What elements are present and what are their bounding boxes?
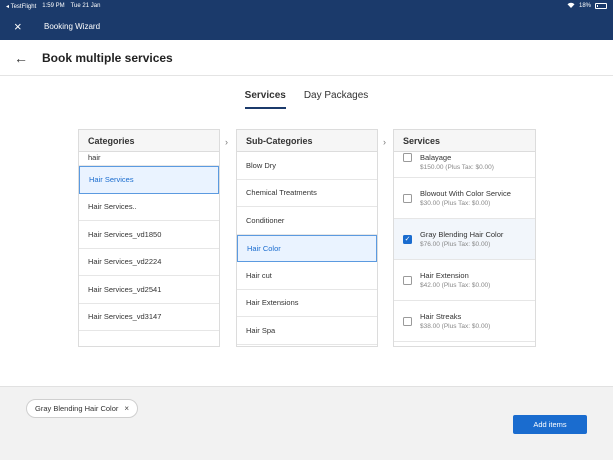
services-panel: Services Balayage $150.00 (Plus Tax: $0.… bbox=[393, 129, 536, 347]
subcategory-item[interactable]: Hair cut bbox=[237, 262, 377, 290]
service-name: Gray Blending Hair Color bbox=[420, 230, 504, 239]
tab-bar: Services Day Packages bbox=[0, 90, 613, 109]
categories-panel: Categories hair Hair Services Hair Servi… bbox=[78, 129, 220, 347]
subcategory-item[interactable]: Blow Dry bbox=[237, 152, 377, 180]
service-price: $30.00 (Plus Tax: $0.00) bbox=[420, 200, 491, 207]
service-item[interactable]: Blowout With Color Service $30.00 (Plus … bbox=[394, 178, 535, 219]
close-icon[interactable]: × bbox=[14, 20, 28, 33]
service-price: $42.00 (Plus Tax: $0.00) bbox=[420, 282, 491, 289]
category-item-hair[interactable]: hair bbox=[79, 152, 219, 166]
subcategory-item-hair-color[interactable]: Hair Color bbox=[237, 234, 377, 262]
service-checkbox[interactable] bbox=[403, 316, 412, 326]
service-checkbox[interactable] bbox=[403, 275, 412, 285]
service-name: Balayage bbox=[420, 153, 452, 162]
battery-icon bbox=[595, 3, 607, 9]
service-item[interactable]: Hair Streaks $38.00 (Plus Tax: $0.00) bbox=[394, 301, 535, 342]
service-checkbox[interactable] bbox=[403, 153, 412, 162]
service-item-balayage[interactable]: Balayage $150.00 (Plus Tax: $0.00) bbox=[394, 152, 535, 178]
subcategory-item[interactable]: Chemical Treatments bbox=[237, 180, 377, 207]
tab-day-packages[interactable]: Day Packages bbox=[304, 90, 368, 109]
category-item[interactable]: Hair Services_vd1850 bbox=[79, 221, 219, 249]
remove-chip-icon[interactable]: × bbox=[124, 404, 129, 413]
service-item-selected[interactable]: ✓ Gray Blending Hair Color $76.00 (Plus … bbox=[394, 219, 535, 260]
tab-services[interactable]: Services bbox=[244, 90, 286, 109]
service-name: Blowout With Color Service bbox=[420, 189, 511, 198]
subcategories-header: Sub-Categories bbox=[237, 130, 377, 152]
nav-bar: × Booking Wizard bbox=[0, 12, 613, 40]
service-price: $76.00 (Plus Tax: $0.00) bbox=[420, 241, 491, 248]
subcategory-item[interactable]: Conditioner bbox=[237, 207, 377, 235]
selected-service-chip: Gray Blending Hair Color × bbox=[26, 399, 139, 418]
chevron-right-icon: › bbox=[225, 137, 228, 147]
service-price: $38.00 (Plus Tax: $0.00) bbox=[420, 323, 491, 330]
service-item[interactable]: Hair Extension $42.00 (Plus Tax: $0.00) bbox=[394, 260, 535, 301]
status-time: 1:59 PM bbox=[42, 3, 65, 9]
service-name: Hair Extension bbox=[420, 271, 469, 280]
services-header: Services bbox=[394, 130, 535, 152]
carrier-label: ◂ TestFlight bbox=[6, 3, 37, 10]
category-item[interactable]: Hair Services_vd2541 bbox=[79, 276, 219, 304]
category-item-hair-services[interactable]: Hair Services bbox=[79, 166, 219, 194]
service-name: Hair Streaks bbox=[420, 312, 462, 321]
back-arrow-icon[interactable]: ← bbox=[14, 50, 30, 66]
categories-header: Categories bbox=[79, 130, 219, 152]
wifi-icon bbox=[567, 2, 575, 10]
nav-title: Booking Wizard bbox=[44, 21, 101, 31]
chip-label: Gray Blending Hair Color bbox=[35, 404, 119, 413]
add-items-button[interactable]: Add items bbox=[513, 415, 587, 434]
battery-percent: 18% bbox=[578, 3, 591, 9]
service-checkbox[interactable] bbox=[403, 193, 412, 203]
subcategory-item[interactable]: Hair Extensions bbox=[237, 290, 377, 317]
footer-bar: Gray Blending Hair Color × Add items bbox=[0, 386, 613, 460]
service-price: $150.00 (Plus Tax: $0.00) bbox=[420, 164, 494, 171]
page-title: Book multiple services bbox=[42, 50, 173, 65]
subcategory-item[interactable]: Hair Spa bbox=[237, 317, 377, 345]
checkmark-icon[interactable]: ✓ bbox=[403, 234, 412, 244]
category-item[interactable]: Hair Services_vd2224 bbox=[79, 249, 219, 276]
status-bar: ◂ TestFlight 1:59 PM Tue 21 Jan 18% bbox=[0, 0, 613, 12]
category-item[interactable]: Hair Services_vd3147 bbox=[79, 304, 219, 331]
chevron-right-icon: › bbox=[383, 137, 386, 147]
status-date: Tue 21 Jan bbox=[70, 3, 101, 9]
category-item[interactable]: Hair Services.. bbox=[79, 194, 219, 221]
subcategories-panel: Sub-Categories Blow Dry Chemical Treatme… bbox=[236, 129, 378, 347]
page-header: ← Book multiple services bbox=[0, 40, 613, 76]
